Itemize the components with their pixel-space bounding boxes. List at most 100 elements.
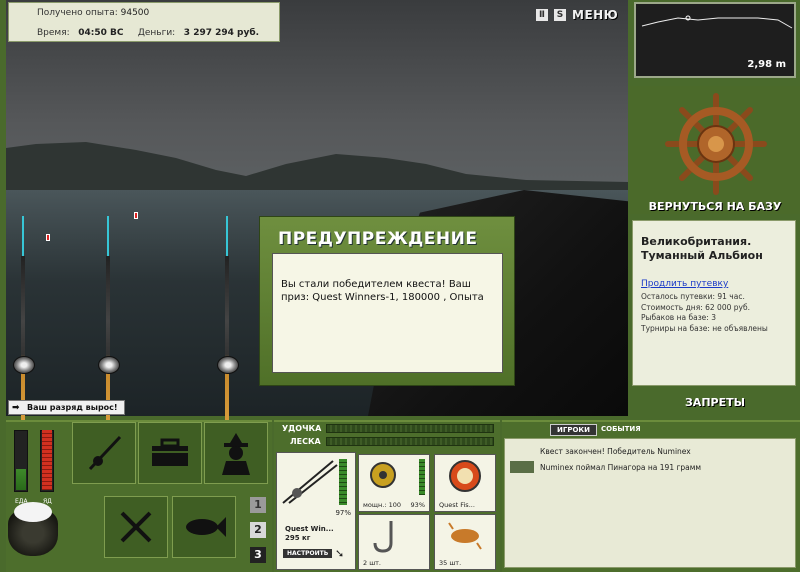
setup-button[interactable]: НАСТРОИТЬ [283,549,333,558]
cook-tile[interactable] [104,496,168,558]
tab-players[interactable]: ИГРОКИ [550,424,597,436]
food-fill [16,469,26,490]
dialog-text: Вы стали победителем квеста! Ваш приз: Q… [281,279,484,303]
bans-button[interactable]: ЗАПРЕТЫ [634,396,796,409]
cauldron-contents [14,502,52,522]
line-name: Quest Fis... [439,501,475,509]
money-value: 3 297 294 руб. [183,28,260,38]
rank-message-text: Ваш разряд вырос! [27,403,118,412]
food-bar [14,430,28,492]
hook-icon [373,521,393,553]
line-spool-icon [449,460,481,492]
bait-slot[interactable]: 35 шт. [434,514,496,570]
rod-shaft [21,256,25,420]
fisherman-tile[interactable] [204,422,268,484]
fish-tile[interactable] [172,496,236,558]
base-name: Великобритания. Туманный Альбион [641,235,763,262]
base-details: Осталось путевки: 91 час. Стоимость дня:… [641,292,768,334]
tab-events[interactable]: СОБЫТИЯ [597,424,645,436]
helm-area [630,86,800,214]
dialog-body: Вы стали победителем квеста! Ваш приз: Q… [272,253,503,373]
float-1 [46,234,50,241]
rod-shaft [225,256,229,420]
event-message-2: Numinex поймал Пинагора на 191 грамм [540,463,702,472]
rod-card[interactable]: 97% Quest Win... 295 кг НАСТРОИТЬ ➘ [276,452,356,570]
fish-tile-icon [186,517,226,537]
slot-1-button[interactable]: 1 [250,497,266,513]
line-slot[interactable]: Quest Fis... [434,454,496,512]
chat-tabs: ИГРОКИ СОБЫТИЯ [550,424,645,436]
fishers-count: Рыбаков на базе: 3 [641,313,716,322]
rod-tip [226,216,228,256]
reel-durability-bar [419,459,425,495]
reel-icon [217,356,239,374]
rod-2[interactable] [95,216,125,420]
dialog-title: ПРЕДУПРЕЖДЕНИЕ [278,229,478,249]
reel-icon [98,356,120,374]
settings-button[interactable]: S [554,9,566,21]
rod-tile[interactable] [72,422,136,484]
warning-dialog[interactable]: ПРЕДУПРЕЖДЕНИЕ Вы стали победителем квес… [259,216,515,386]
poison-bar [40,430,54,492]
time-value: 04:50 ВС [78,28,124,38]
reel-slot[interactable]: мощн.: 100 93% [358,454,430,512]
depth-profile-graph [641,15,793,29]
rod-shaft [106,256,110,420]
trip-remaining: Осталось путевки: 91 час. [641,292,745,301]
tackle-box-tile[interactable] [138,422,202,484]
hook-count: 2 шт. [363,559,382,567]
time-label: Время: [37,28,70,38]
bait-icon [448,522,482,550]
events-log[interactable] [504,438,796,568]
depth-meter: 2,98 m [634,2,796,78]
exp-value: 94500 [120,8,150,18]
reel-power: мощн.: 100 [363,501,401,509]
event-message-1: Квест закончен! Победитель Numinex [540,447,691,456]
money-label: Деньги: [137,28,176,38]
rod-durability: 97% [335,509,351,517]
poison-fill [42,430,52,490]
rod-1[interactable] [10,216,40,420]
day-cost: Стоимость дня: 62 000 руб. [641,302,750,312]
depth-value: 2,98 m [747,59,786,70]
ship-wheel-icon[interactable] [664,92,768,196]
fisherman-icon [222,433,250,475]
rod-weight: 295 кг [285,534,311,542]
tackle-box-icon [152,438,188,466]
rod-set-icon [282,460,338,504]
cutlery-icon [120,511,152,543]
reel-icon [370,462,396,488]
rod-tension-bar [326,424,494,433]
arrow-right-icon: ➡ [12,403,20,413]
fish-icon [510,461,534,473]
rod-name-block: Quest Win... 295 кг [285,525,334,543]
rod-bar-label: УДОЧКА [282,424,322,433]
slot-2-button[interactable]: 2 [250,522,266,538]
line-tension-bar [326,437,494,446]
float-2 [134,212,138,219]
time-money-row: Время: 04:50 ВС Деньги: 3 297 294 руб. [37,28,259,38]
rod-3[interactable] [214,216,244,420]
rod-tip [22,216,24,256]
line-bar-label: ЛЕСКА [290,437,321,446]
slot-3-button[interactable]: 3 [250,547,266,563]
pause-icon[interactable]: Ⅱ [536,9,548,21]
exp-row: Получено опыта: 94500 [37,8,149,18]
bait-count: 35 шт. [439,559,462,567]
arrow-down-right-icon: ➘ [335,547,345,560]
top-controls: Ⅱ S МЕНЮ [536,7,618,23]
player-stats-panel: Получено опыта: 94500 Время: 04:50 ВС Де… [8,2,280,42]
rod-tile-icon [88,435,122,471]
rod-tip [107,216,109,256]
cauldron-icon[interactable] [8,502,58,556]
hook-slot[interactable]: 2 шт. [358,514,430,570]
rod-name: Quest Win... [285,525,334,533]
reel-durability: 93% [410,501,425,509]
return-to-base-button[interactable]: ВЕРНУТЬСЯ НА БАЗУ [634,200,796,213]
menu-button[interactable]: МЕНЮ [572,8,618,22]
reel-icon [13,356,35,374]
tournaments-status: Турниры на базе: не объявлены [641,323,768,333]
rank-notification[interactable]: ➡ Ваш разряд вырос! [8,400,125,415]
extend-trip-link[interactable]: Продлить путевку [641,279,728,289]
rod-durability-bar [339,459,347,505]
